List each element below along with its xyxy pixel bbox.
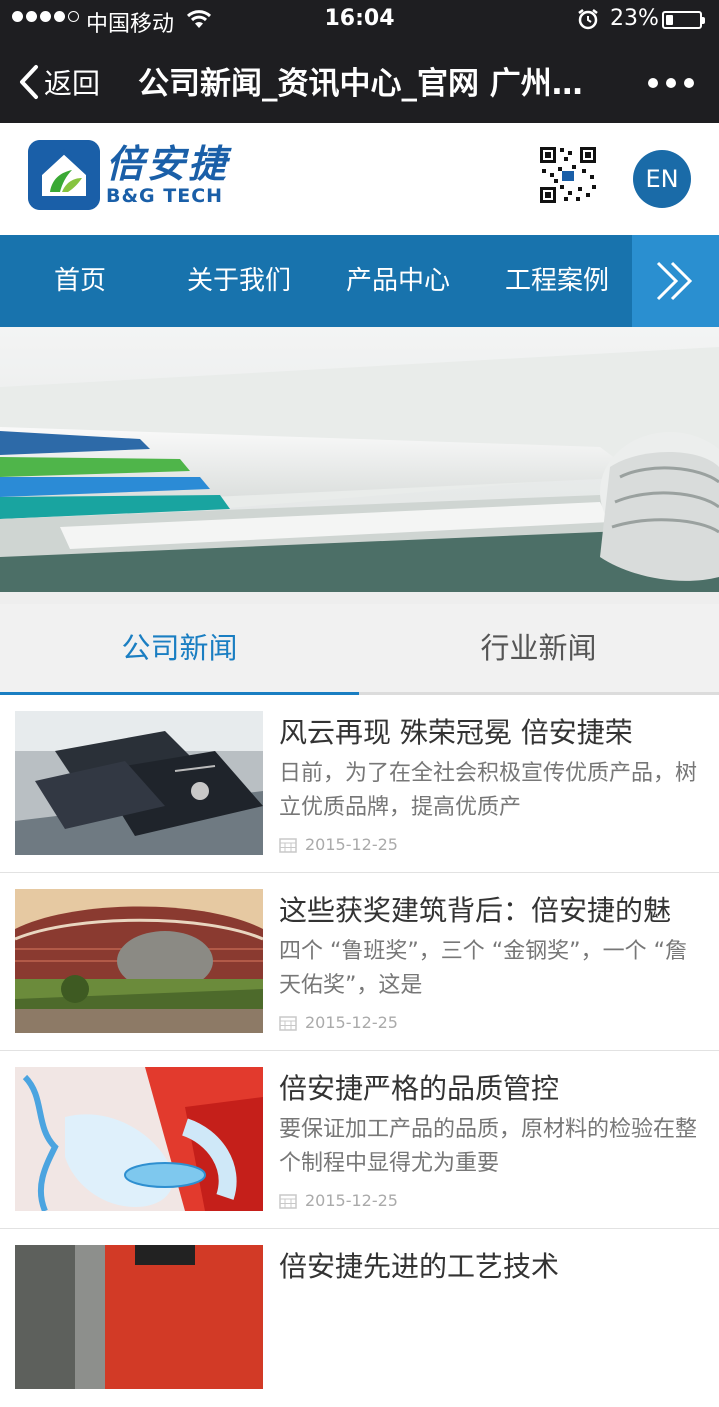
nav-item-products[interactable]: 产品中心 [328, 235, 468, 327]
qr-code-icon[interactable] [538, 145, 598, 205]
news-category-tabs: 公司新闻 行业新闻 [0, 604, 719, 695]
news-date-row: 2015-12-25 [279, 1013, 398, 1032]
tab-industry-news[interactable]: 行业新闻 [359, 604, 718, 692]
language-english-button[interactable]: EN [633, 150, 691, 208]
calendar-icon [279, 1193, 297, 1209]
news-thumbnail-factory [15, 1245, 263, 1389]
tab-company-news[interactable]: 公司新闻 [0, 604, 359, 695]
brand-logo[interactable]: 倍安捷 B&G TECH [28, 140, 229, 210]
wechat-nav-bar: 返回 公司新闻_资讯中心_官网 广州… [0, 40, 719, 123]
battery-percent: 23% [610, 6, 659, 31]
main-navigation: 首页 关于我们 产品中心 工程案例 [0, 235, 719, 327]
more-dot-icon [684, 78, 694, 88]
logo-chinese-name: 倍安捷 [106, 142, 230, 186]
section-divider [0, 592, 719, 604]
news-summary: 要保证加工产品的品质，原材料的检验在整个制程中显得尤为重要 [279, 1117, 698, 1176]
back-button[interactable]: 返回 [18, 62, 100, 102]
back-label: 返回 [44, 67, 101, 100]
tab-label: 行业新闻 [480, 631, 597, 665]
more-dot-icon [648, 78, 658, 88]
nav-item-cases[interactable]: 工程案例 [487, 235, 627, 327]
nav-more-button[interactable] [632, 235, 719, 327]
chevron-left-icon [20, 65, 38, 99]
logo-english-name: B&G TECH [106, 185, 224, 207]
news-title[interactable]: 风云再现 殊荣冠冕 倍安捷荣 [279, 711, 699, 751]
battery-icon [662, 11, 705, 29]
news-thumbnail-stadium [15, 889, 263, 1033]
news-banner-image [0, 327, 719, 592]
news-list-item[interactable]: 倍安捷严格的品质管控 要保证加工产品的品质，原材料的检验在整个制程中显得尤为重要… [0, 1051, 719, 1229]
news-title[interactable]: 倍安捷严格的品质管控 [279, 1067, 699, 1107]
news-list-item[interactable]: 这些获奖建筑背后：倍安捷的魅 四个 “鲁班奖”，三个 “金钢奖”，一个 “詹天佑… [0, 873, 719, 1051]
news-date: 2015-12-25 [305, 835, 398, 854]
news-date-row: 2015-12-25 [279, 835, 398, 854]
news-summary: 日前，为了在全社会积极宣传优质产品，树立优质品牌，提高优质产 [279, 761, 698, 820]
alarm-clock-icon [578, 9, 598, 30]
more-options-button[interactable] [648, 78, 694, 88]
news-summary: 四个 “鲁班奖”，三个 “金钢奖”，一个 “詹天佑奖”，这是 [279, 939, 687, 998]
site-header: 倍安捷 B&G TECH EN [0, 123, 719, 235]
logo-mark-icon [28, 140, 100, 210]
status-bar: 中国移动 16:04 23% [0, 0, 719, 40]
news-title[interactable]: 倍安捷先进的工艺技术 [279, 1245, 699, 1285]
double-chevron-right-icon [656, 261, 693, 301]
page-title: 公司新闻_资讯中心_官网 广州… [138, 66, 583, 102]
news-thumbnail-certificates [15, 711, 263, 855]
battery-fill [666, 15, 673, 25]
news-date-row: 2015-12-25 [279, 1191, 398, 1210]
more-dot-icon [666, 78, 676, 88]
calendar-icon [279, 1015, 297, 1031]
calendar-icon [279, 837, 297, 853]
news-list-item[interactable]: 风云再现 殊荣冠冕 倍安捷荣 日前，为了在全社会积极宣传优质产品，树立优质品牌，… [0, 695, 719, 873]
news-title[interactable]: 这些获奖建筑背后：倍安捷的魅 [279, 889, 699, 929]
news-date: 2015-12-25 [305, 1191, 398, 1210]
nav-item-home[interactable]: 首页 [10, 235, 150, 327]
news-date: 2015-12-25 [305, 1013, 398, 1032]
news-list-item[interactable]: 倍安捷先进的工艺技术 [0, 1229, 719, 1407]
tab-label: 公司新闻 [121, 631, 238, 665]
news-thumbnail-lab [15, 1067, 263, 1211]
nav-item-about[interactable]: 关于我们 [169, 235, 309, 327]
